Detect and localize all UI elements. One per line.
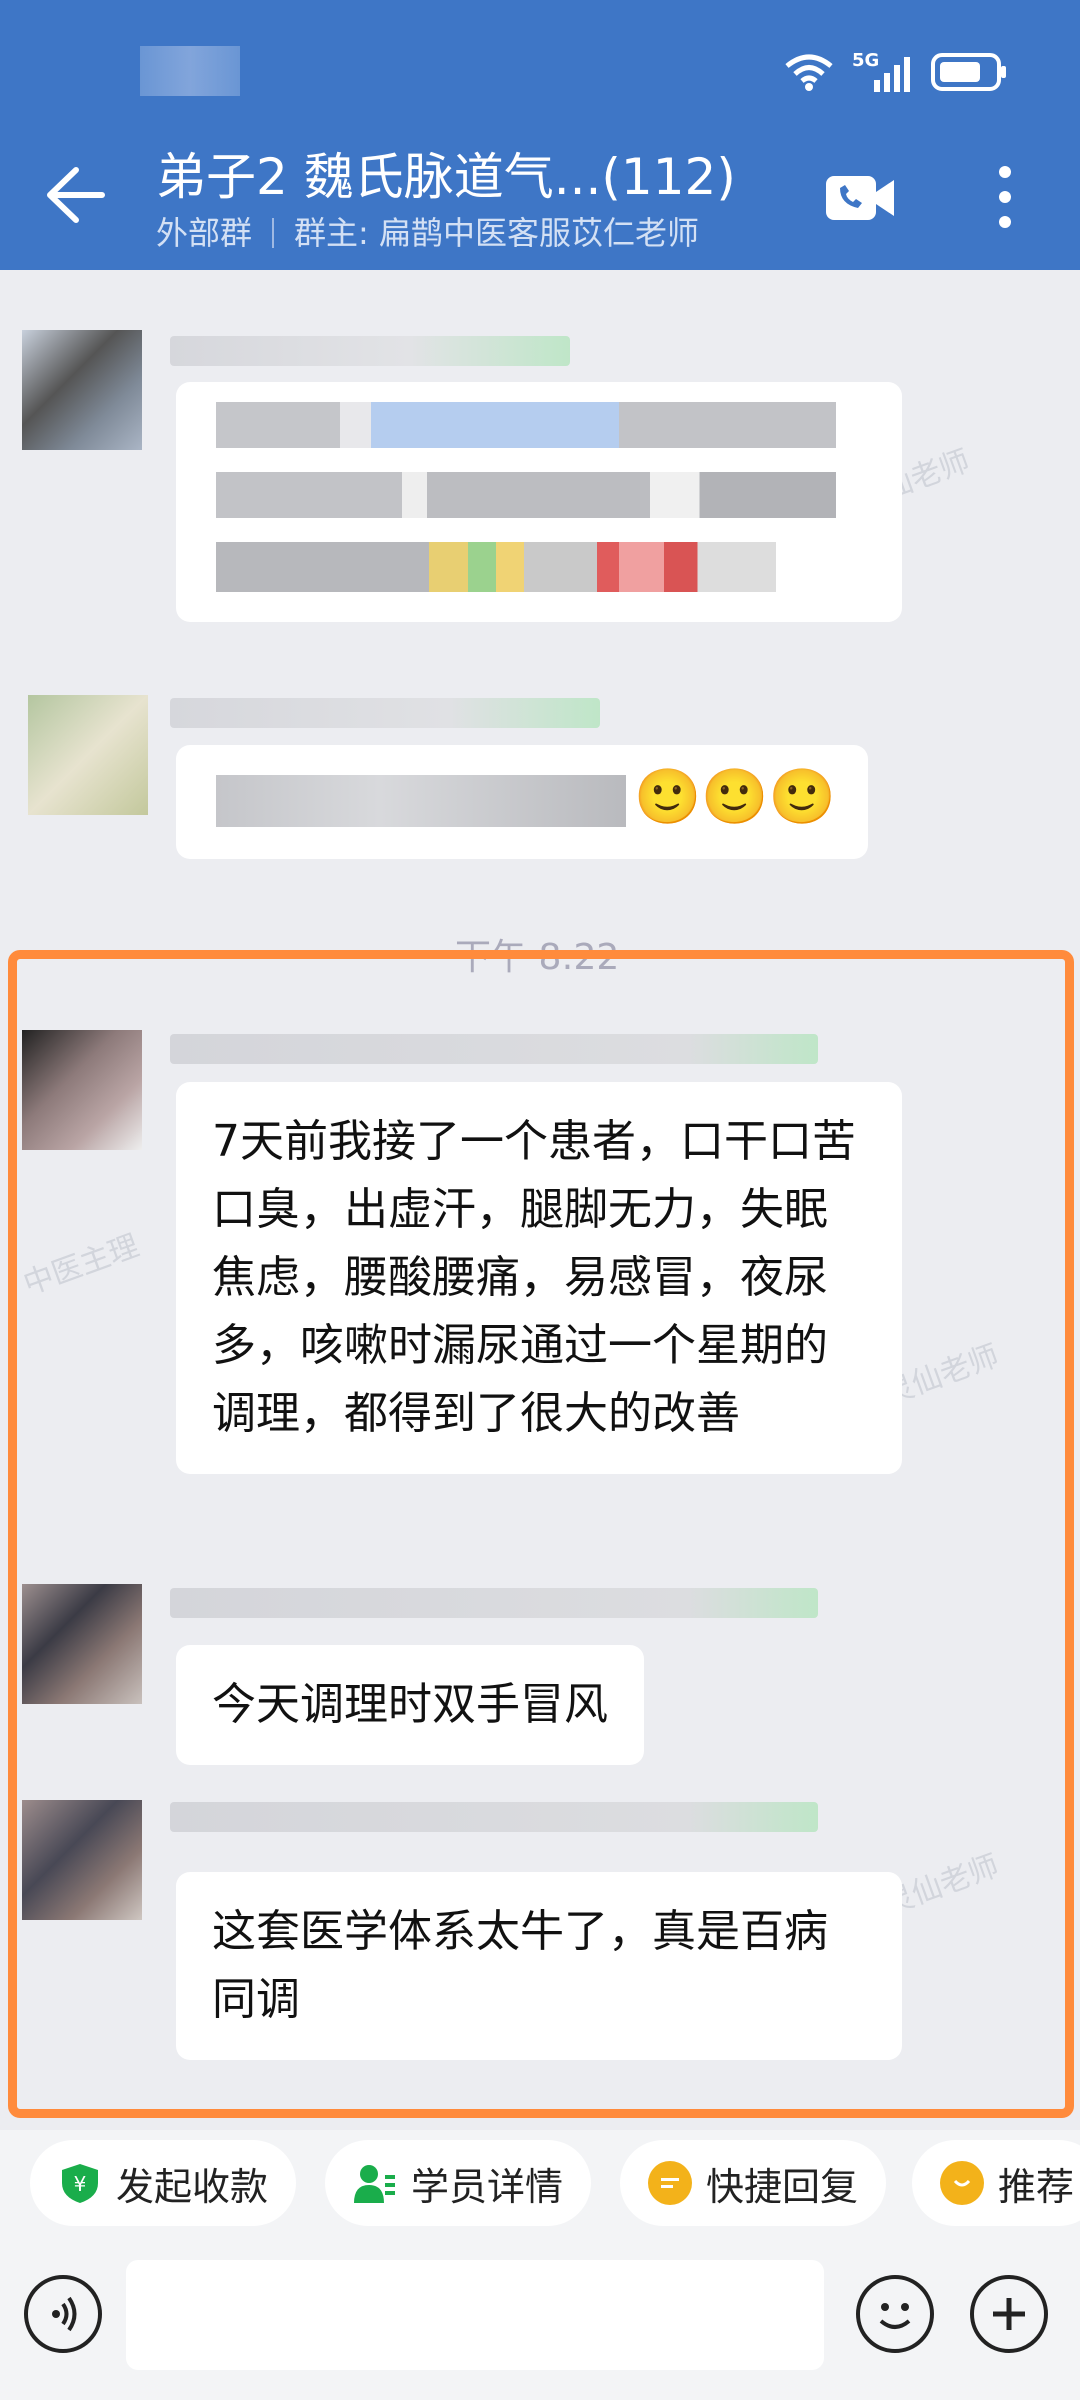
- voice-input-button[interactable]: [24, 2275, 102, 2353]
- group-owner-label: 群主: 扁鹊中医客服苡仁老师: [294, 214, 699, 252]
- battery-icon: [931, 53, 1006, 91]
- student-profile-icon: [354, 2165, 395, 2203]
- emoji: 🙂: [768, 765, 836, 828]
- blurred-content: [216, 775, 626, 827]
- more-actions-button[interactable]: [970, 2275, 1048, 2353]
- chip-label: 学员详情: [411, 2164, 564, 2209]
- message-input-bar: [0, 2250, 1080, 2400]
- svg-text:¥: ¥: [74, 2172, 87, 2196]
- emoji-group: 🙂🙂🙂: [634, 765, 836, 829]
- recommend-button[interactable]: 推荐: [912, 2140, 1080, 2226]
- initiate-payment-button[interactable]: ¥ 发起收款: [30, 2140, 297, 2226]
- group-subtitle: 外部群 群主: 扁鹊中医客服苡仁老师: [156, 212, 699, 254]
- emoji: 🙂: [634, 765, 702, 828]
- blurred-content: [216, 472, 836, 518]
- message-input[interactable]: [126, 2260, 824, 2370]
- sender-name-blurred: [170, 698, 600, 728]
- group-title: 弟子2 魏氏脉道气...(112): [156, 148, 736, 206]
- blurred-image-bubble[interactable]: [176, 382, 902, 622]
- blurred-content: [216, 542, 776, 592]
- chat-message-list[interactable]: 仙老师 灵仙老师 灵仙老师 中医主理 🙂🙂🙂 下午 8:22 7天前我接了一个患…: [0, 270, 1080, 2130]
- avatar[interactable]: [22, 330, 142, 450]
- back-arrow-icon[interactable]: [40, 160, 110, 230]
- text-bubble[interactable]: 🙂🙂🙂: [176, 745, 868, 859]
- subtitle-divider: [272, 218, 275, 248]
- status-time-blurred: [140, 46, 240, 96]
- chip-label: 发起收款: [116, 2164, 269, 2209]
- blurred-content: [216, 402, 836, 448]
- avatar[interactable]: [28, 695, 148, 815]
- voice-icon: [52, 2296, 77, 2332]
- highlight-box: [8, 950, 1074, 2118]
- quick-reply-button[interactable]: 快捷回复: [620, 2140, 887, 2226]
- signal-icon: [874, 57, 910, 92]
- sender-name-blurred: [170, 336, 570, 366]
- video-call-icon[interactable]: [826, 172, 896, 224]
- group-type-label: 外部群: [156, 214, 253, 252]
- quick-action-bar[interactable]: ¥ 发起收款 学员详情 快捷回复 推荐: [0, 2130, 1080, 2250]
- emoji: 🙂: [701, 765, 769, 828]
- recommend-icon: [940, 2161, 984, 2205]
- smile-icon: [879, 2303, 911, 2329]
- payment-shield-icon: ¥: [62, 2164, 98, 2203]
- plus-icon: [993, 2298, 1025, 2330]
- chat-header: 5G 弟子2 魏氏脉道气...(112) 外部群 群主: 扁鹊中医客服苡仁老师: [0, 0, 1080, 270]
- emoji-button[interactable]: [856, 2275, 934, 2353]
- wifi-icon: [785, 54, 833, 91]
- student-details-button[interactable]: 学员详情: [325, 2140, 592, 2226]
- quick-reply-icon: [648, 2161, 692, 2205]
- chip-label: 推荐: [998, 2164, 1075, 2209]
- chip-label: 快捷回复: [706, 2164, 859, 2209]
- signal-indicator: 5G: [852, 50, 912, 94]
- status-bar: 5G: [784, 40, 1010, 104]
- more-options-icon[interactable]: [990, 162, 1020, 232]
